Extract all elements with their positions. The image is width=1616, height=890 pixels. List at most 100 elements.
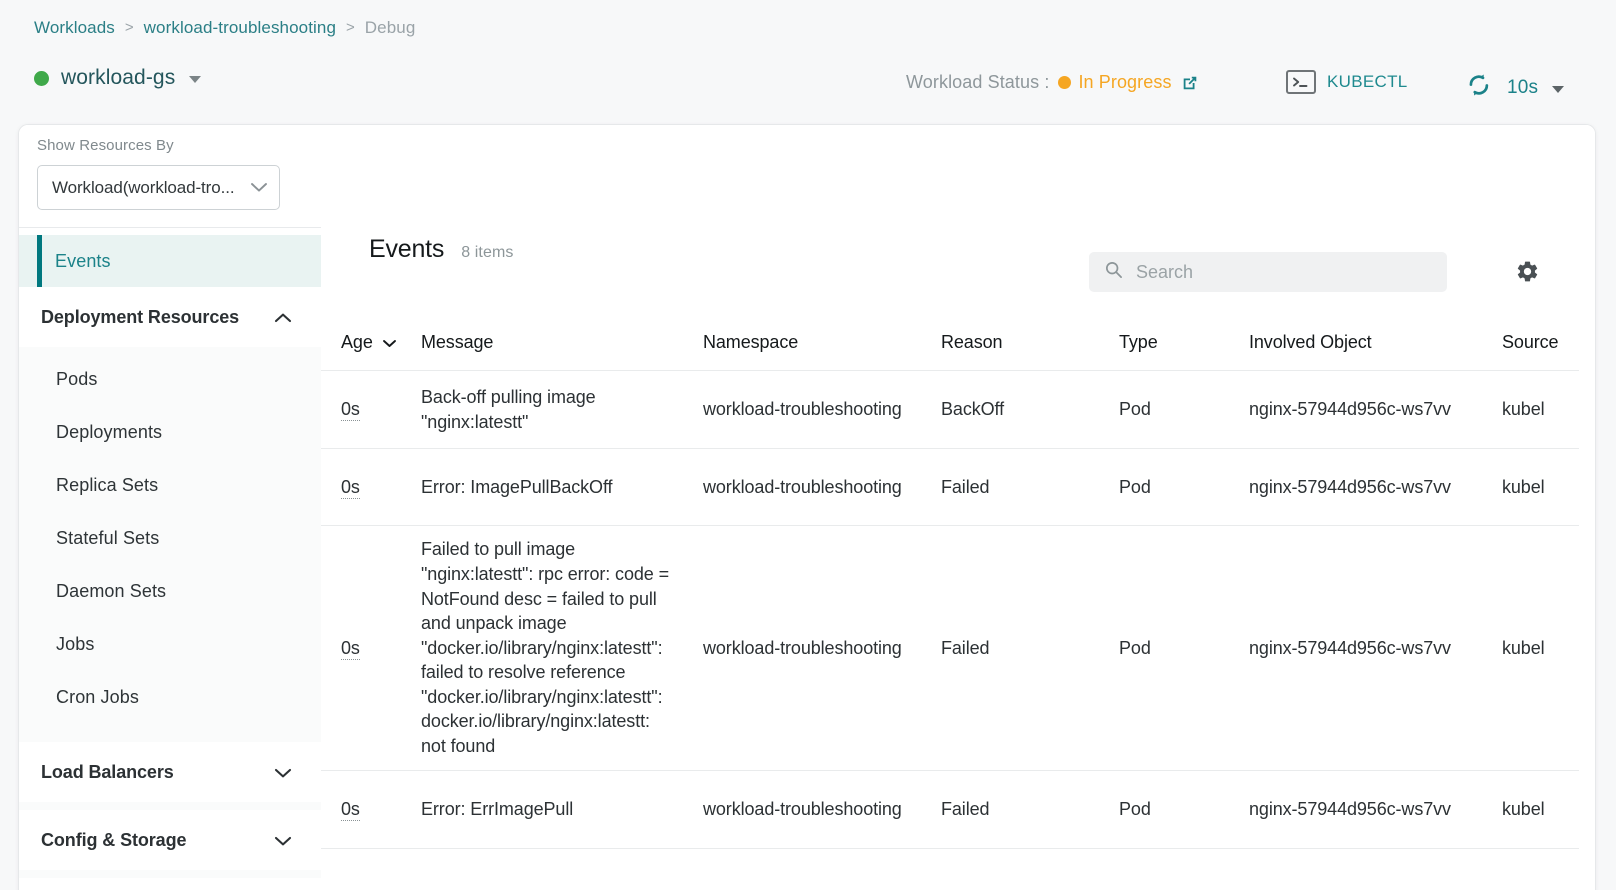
resource-scope-value: Workload(workload-tro... (52, 177, 235, 197)
table-row[interactable]: 0s Error: ErrImagePull workload-troubles… (321, 771, 1595, 849)
search-icon (1104, 260, 1123, 284)
breadcrumb-item-debug: Debug (364, 18, 416, 37)
sidebar-divider (19, 227, 321, 228)
cell-age: 0s (321, 797, 421, 822)
cell-message: Failed to pull image "nginx:latestt": rp… (421, 539, 669, 757)
show-resources-label: Show Resources By (37, 137, 174, 154)
sidebar-group-label: Load Balancers (41, 761, 174, 782)
chevron-up-icon (273, 311, 293, 323)
kubectl-label: KUBECTL (1327, 72, 1408, 91)
resource-nav: Events Deployment Resources Pods Deploym… (19, 235, 321, 878)
search-box[interactable] (1089, 252, 1447, 292)
chevron-down-icon (248, 177, 270, 199)
column-header-namespace[interactable]: Namespace (703, 332, 941, 353)
age-value: 0s (341, 799, 360, 822)
search-input[interactable] (1136, 261, 1426, 283)
cell-reason: Failed (941, 799, 990, 820)
cell-involved-object: nginx-57944d956c-ws7vv (1249, 637, 1451, 658)
sidebar-group-separator (19, 802, 321, 810)
cell-namespace: workload-troubleshooting (703, 476, 902, 497)
item-count: 8 items (461, 244, 514, 261)
column-header-reason[interactable]: Reason (941, 332, 1119, 353)
breadcrumb-separator: > (124, 19, 134, 36)
age-value: 0s (341, 399, 360, 422)
debug-page: Workloads > workload-troubleshooting > D… (0, 0, 1616, 890)
breadcrumb-item-workload-troubleshooting[interactable]: workload-troubleshooting (144, 18, 336, 38)
page-title: workload-gs (61, 66, 176, 89)
refresh-icon[interactable] (1465, 71, 1493, 104)
table-row[interactable]: 0s Failed to pull image "nginx:latestt":… (321, 526, 1595, 771)
chevron-down-icon (273, 834, 293, 846)
gear-icon[interactable] (1511, 255, 1543, 287)
sidebar-group-load-balancers[interactable]: Load Balancers (19, 742, 321, 802)
chevron-down-icon (189, 76, 202, 83)
cell-namespace: workload-troubleshooting (703, 637, 902, 658)
table-row[interactable]: 0s Error: ImagePullBackOff workload-trou… (321, 449, 1595, 526)
column-header-message[interactable]: Message (421, 332, 703, 353)
content-panel: Show Resources By Workload(workload-tro.… (18, 124, 1596, 890)
sidebar-item-daemon-sets[interactable]: Daemon Sets (19, 565, 321, 618)
workload-status: Workload Status : In Progress (906, 72, 1199, 93)
column-header-involved-object[interactable]: Involved Object (1249, 332, 1502, 353)
cell-involved-object: nginx-57944d956c-ws7vv (1249, 476, 1451, 497)
sidebar-item-label: Events (55, 250, 111, 271)
sidebar-item-deployments[interactable]: Deployments (19, 406, 321, 459)
cell-involved-object: nginx-57944d956c-ws7vv (1249, 799, 1451, 820)
section-title: Events (369, 235, 445, 263)
refresh-interval-selector[interactable]: 10s (1465, 71, 1565, 104)
cell-message: Error: ErrImagePull (421, 799, 574, 820)
cell-involved-object: nginx-57944d956c-ws7vv (1249, 399, 1451, 420)
breadcrumb-item-workloads[interactable]: Workloads (34, 18, 115, 38)
cell-message: Back-off pulling image "nginx:latestt" (421, 386, 596, 432)
column-label: Age (341, 332, 373, 352)
refresh-interval-value: 10s (1507, 76, 1539, 98)
cell-namespace: workload-troubleshooting (703, 399, 902, 420)
cell-reason: Failed (941, 476, 990, 497)
external-link-icon[interactable] (1181, 74, 1199, 92)
status-badge: In Progress (1078, 72, 1172, 92)
breadcrumb-separator: > (346, 19, 355, 36)
terminal-icon (1286, 70, 1316, 94)
sidebar-item-events[interactable]: Events (19, 235, 321, 287)
sidebar-item-pods[interactable]: Pods (19, 353, 321, 406)
sidebar-group-separator (19, 870, 321, 878)
sidebar-item-stateful-sets[interactable]: Stateful Sets (19, 512, 321, 565)
sidebar-group-deployment-resources[interactable]: Deployment Resources (19, 287, 321, 347)
sidebar-group-config-storage[interactable]: Config & Storage (19, 810, 321, 870)
workload-status-label: Workload Status : (906, 72, 1050, 92)
table-row[interactable]: 0s Back-off pulling image "nginx:latestt… (321, 371, 1595, 449)
show-resources-by: Show Resources By Workload(workload-tro.… (37, 137, 303, 210)
chevron-down-icon (1552, 85, 1565, 93)
sidebar-item-replica-sets[interactable]: Replica Sets (19, 459, 321, 512)
events-heading: Events 8 items (369, 235, 514, 264)
resource-scope-select[interactable]: Workload(workload-tro... (37, 165, 280, 210)
sidebar-group-items: Pods Deployments Replica Sets Stateful S… (19, 347, 321, 742)
vertical-scrollbar[interactable] (1579, 125, 1595, 890)
cell-type: Pod (1119, 799, 1151, 820)
breadcrumb: Workloads > workload-troubleshooting > D… (34, 15, 415, 41)
cell-age: 0s (321, 636, 421, 661)
column-header-type[interactable]: Type (1119, 332, 1249, 353)
workload-health-dot (34, 70, 49, 86)
kubectl-button[interactable]: KUBECTL (1286, 70, 1408, 94)
events-table: Age Message Namespace Reason Type Involv… (321, 315, 1595, 849)
sidebar-item-cron-jobs[interactable]: Cron Jobs (19, 671, 321, 724)
cell-age: 0s (321, 397, 421, 422)
chevron-down-icon (273, 766, 293, 778)
sidebar-group-label: Deployment Resources (41, 306, 240, 327)
cell-type: Pod (1119, 637, 1151, 658)
workload-selector[interactable]: workload-gs (34, 66, 202, 90)
cell-namespace: workload-troubleshooting (703, 799, 902, 820)
cell-age: 0s (321, 475, 421, 500)
page-header: workload-gs Workload Status : In Progres… (0, 58, 1616, 112)
sidebar-item-jobs[interactable]: Jobs (19, 618, 321, 671)
events-section: Events 8 items Search Age Message Namesp… (321, 125, 1595, 890)
cell-type: Pod (1119, 476, 1151, 497)
cell-type: Pod (1119, 399, 1151, 420)
cell-reason: BackOff (941, 399, 1004, 420)
cell-reason: Failed (941, 637, 990, 658)
age-value: 0s (341, 637, 360, 660)
column-header-age[interactable]: Age (321, 332, 421, 353)
sidebar-group-label: Config & Storage (41, 829, 187, 850)
age-value: 0s (341, 476, 360, 499)
